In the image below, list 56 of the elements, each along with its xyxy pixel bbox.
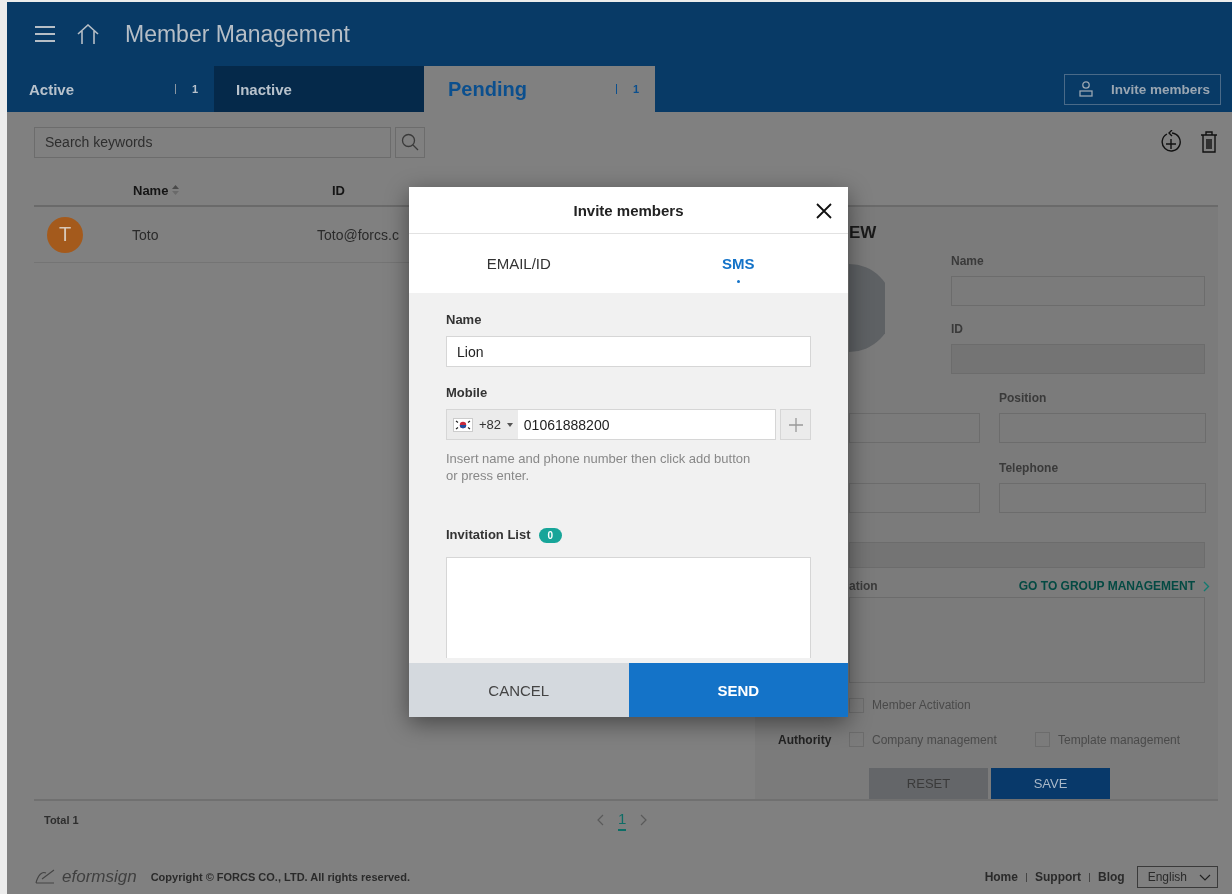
field-label: Authority bbox=[778, 732, 833, 747]
tab[interactable]: Active 1 bbox=[7, 66, 214, 112]
pen-icon bbox=[34, 869, 56, 885]
dialog-title: Invite members bbox=[573, 201, 684, 219]
send-button[interactable]: SEND bbox=[628, 663, 848, 717]
footer-link[interactable]: Blog bbox=[1097, 870, 1125, 884]
chevron-right-icon bbox=[1203, 580, 1210, 592]
search-button[interactable] bbox=[395, 126, 425, 158]
copyright-text: Copyright © FORCS CO., LTD. All rights reserved. bbox=[150, 871, 410, 883]
person-icon bbox=[1078, 81, 1093, 97]
field-label: Mobile bbox=[446, 385, 489, 402]
tab[interactable]: Inactive bbox=[214, 66, 424, 112]
invite-members-button[interactable]: Invite members bbox=[1063, 73, 1221, 105]
group-management-link[interactable]: GO TO GROUP MANAGEMENT bbox=[1018, 579, 1210, 594]
menu-icon[interactable] bbox=[35, 26, 55, 42]
home-icon[interactable] bbox=[77, 24, 99, 44]
page-title: Member Management bbox=[125, 20, 350, 48]
column-header[interactable]: Name bbox=[133, 182, 180, 198]
close-icon[interactable] bbox=[816, 203, 832, 219]
hint-text: Insert name and phone number then click add button or press enter. bbox=[446, 450, 752, 484]
avatar: T bbox=[47, 216, 83, 253]
footer-link[interactable]: Home bbox=[984, 870, 1018, 884]
search-field[interactable]: Search keywords bbox=[34, 126, 391, 158]
field-label: Name bbox=[951, 254, 985, 270]
field-label: Telephone bbox=[999, 461, 1060, 477]
chevron-right-icon[interactable] bbox=[640, 814, 648, 826]
dialog-tab[interactable]: SMS bbox=[628, 234, 848, 293]
language-select[interactable]: English bbox=[1136, 866, 1218, 888]
group-field[interactable] bbox=[849, 597, 1205, 684]
add-button[interactable] bbox=[780, 409, 811, 440]
logo-text: eformsign bbox=[62, 867, 137, 887]
text-field[interactable] bbox=[849, 483, 980, 513]
save-button[interactable]: SAVE bbox=[991, 768, 1110, 799]
column-header: ID bbox=[332, 182, 345, 198]
field-label: ID bbox=[951, 322, 964, 338]
total-count: Total 1 bbox=[44, 814, 79, 826]
plus-icon bbox=[788, 417, 803, 432]
name-field[interactable]: Lion bbox=[446, 336, 811, 367]
cancel-button[interactable]: CANCEL bbox=[409, 663, 629, 717]
count-badge: 0 bbox=[538, 527, 563, 543]
field-label: ation bbox=[849, 579, 878, 594]
footer-link[interactable]: Support bbox=[1034, 870, 1081, 884]
chevron-left-icon[interactable] bbox=[597, 814, 604, 826]
table-cell: Toto bbox=[132, 226, 159, 243]
field-label: Name bbox=[446, 312, 483, 329]
search-icon bbox=[401, 133, 419, 151]
field-label: Position bbox=[999, 391, 1048, 407]
text-field[interactable] bbox=[849, 413, 980, 443]
panel-title: EW bbox=[849, 223, 877, 243]
restore-icon[interactable] bbox=[1160, 130, 1182, 154]
field-label: Invitation List bbox=[446, 527, 531, 543]
sort-icon bbox=[172, 185, 180, 195]
table-cell: Toto@forcs.c bbox=[317, 226, 399, 243]
dialog-tab[interactable]: EMAIL/ID bbox=[409, 234, 629, 293]
trash-icon[interactable] bbox=[1200, 131, 1218, 153]
caret-icon bbox=[1199, 873, 1211, 881]
